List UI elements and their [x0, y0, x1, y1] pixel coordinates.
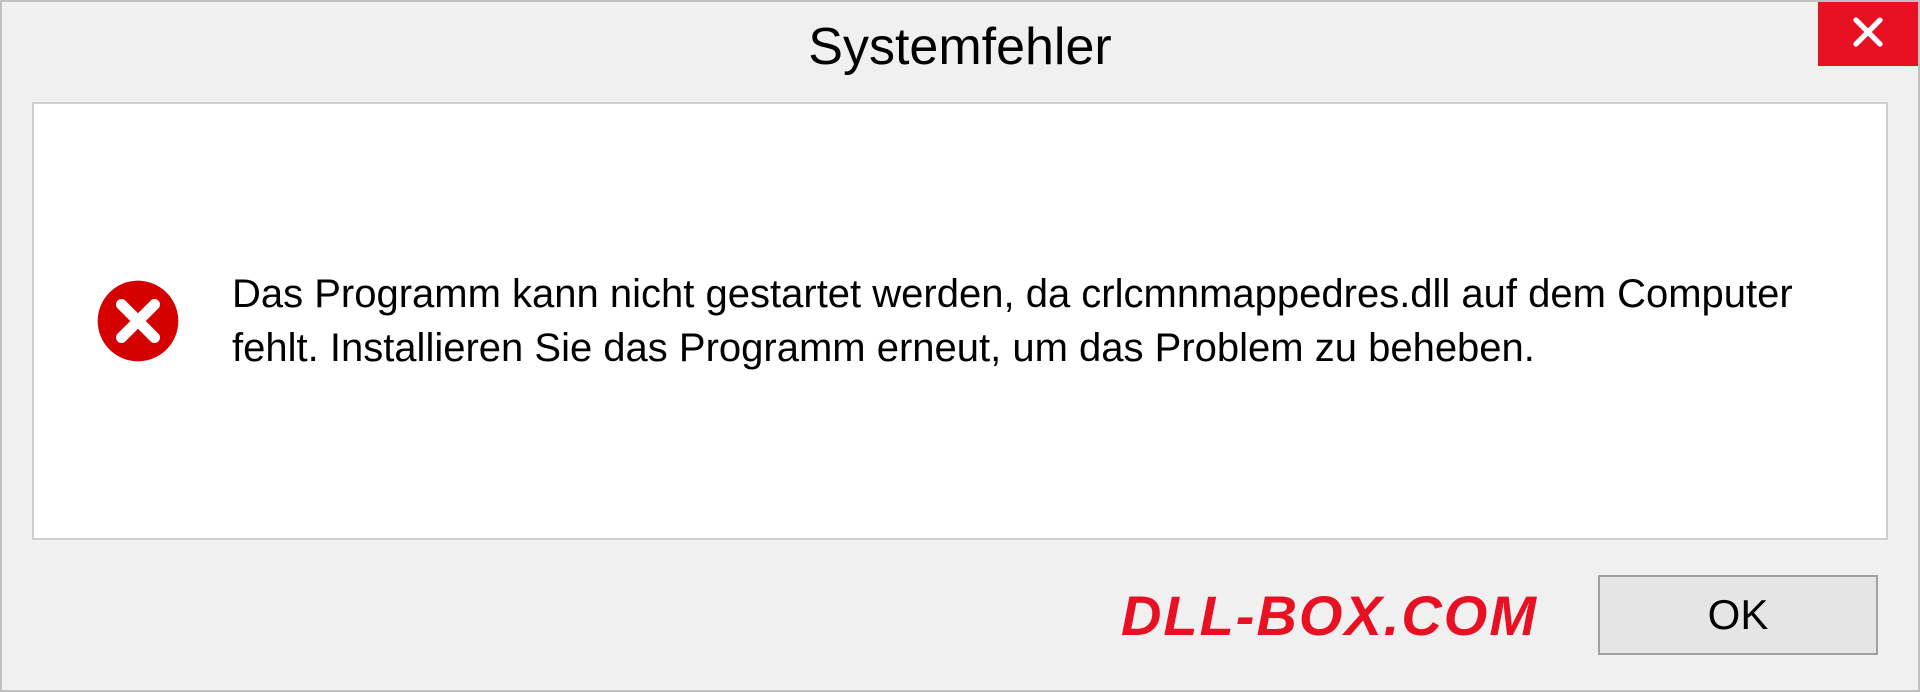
system-error-dialog: Systemfehler Das Programm kann nicht ges…	[0, 0, 1920, 692]
close-icon	[1850, 14, 1886, 55]
titlebar: Systemfehler	[2, 2, 1918, 92]
close-button[interactable]	[1818, 2, 1918, 66]
error-icon	[94, 277, 182, 365]
dialog-title: Systemfehler	[808, 17, 1111, 77]
ok-button[interactable]: OK	[1598, 575, 1878, 655]
dialog-footer: DLL-BOX.COM OK	[2, 540, 1918, 690]
error-message: Das Programm kann nicht gestartet werden…	[232, 267, 1826, 375]
watermark-text: DLL-BOX.COM	[1121, 583, 1538, 648]
content-panel: Das Programm kann nicht gestartet werden…	[32, 102, 1888, 540]
